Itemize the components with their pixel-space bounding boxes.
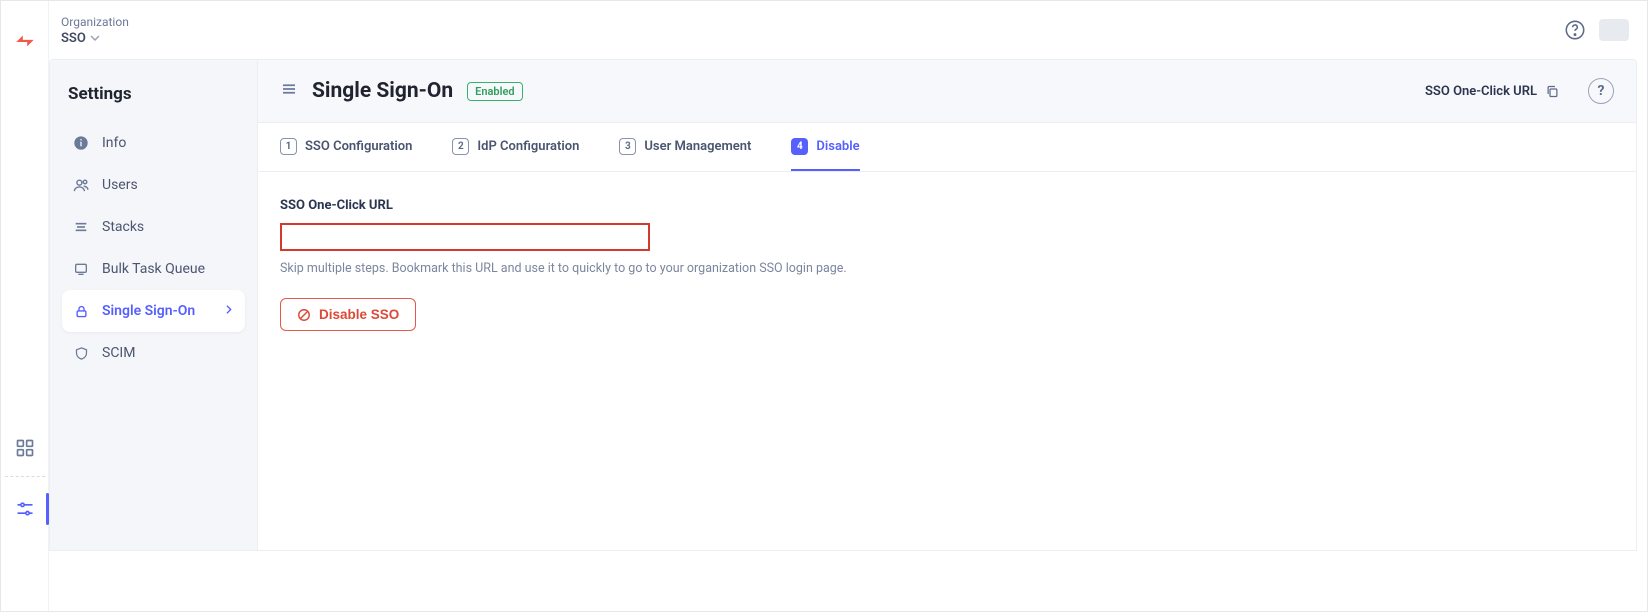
help-icon[interactable]: ?: [1588, 78, 1614, 104]
sidebar-item-single-sign-on[interactable]: Single Sign-On: [62, 290, 245, 332]
sidebar-item-users[interactable]: Users: [62, 164, 245, 206]
tab-label: IdP Configuration: [477, 139, 579, 154]
menu-toggle-icon[interactable]: [280, 80, 298, 102]
sso-one-click-url-input[interactable]: [280, 223, 650, 251]
tab-idp-configuration[interactable]: 2 IdP Configuration: [452, 123, 579, 171]
tab-disable[interactable]: 4 Disable: [791, 123, 859, 171]
settings-sliders-icon[interactable]: [13, 497, 37, 521]
info-icon: [72, 134, 90, 152]
stacks-icon: [72, 218, 90, 236]
step-number: 1: [280, 138, 297, 155]
tab-user-management[interactable]: 3 User Management: [619, 123, 751, 171]
settings-sidebar: Settings Info Users Stacks Bulk Task Que…: [50, 60, 258, 550]
chevron-down-icon: [90, 33, 100, 43]
panel-disable: SSO One-Click URL Skip multiple steps. B…: [258, 172, 1636, 550]
sidebar-item-label: Bulk Task Queue: [102, 261, 205, 277]
sso-one-click-url-link[interactable]: SSO One-Click URL: [1425, 84, 1560, 99]
step-number: 4: [791, 138, 808, 155]
sidebar-item-label: Single Sign-On: [102, 303, 195, 319]
sidebar-item-bulk-task-queue[interactable]: Bulk Task Queue: [62, 248, 245, 290]
breadcrumb[interactable]: Organization SSO: [61, 15, 129, 46]
main-column: Single Sign-On Enabled SSO One-Click URL…: [258, 60, 1636, 550]
top-bar: Organization SSO: [49, 1, 1647, 59]
sidebar-title: Settings: [68, 84, 239, 104]
help-text-sso-url: Skip multiple steps. Bookmark this URL a…: [280, 261, 1614, 276]
sso-one-click-url-label: SSO One-Click URL: [1425, 84, 1537, 99]
copy-icon: [1545, 84, 1560, 99]
page-header: Single Sign-On Enabled SSO One-Click URL…: [258, 60, 1636, 123]
app-rail: [1, 1, 49, 611]
disable-sso-button[interactable]: Disable SSO: [280, 298, 416, 331]
tab-sso-configuration[interactable]: 1 SSO Configuration: [280, 123, 412, 171]
sidebar-item-label: Stacks: [102, 219, 144, 235]
shield-icon: [72, 344, 90, 362]
lock-icon: [72, 302, 90, 320]
sidebar-item-scim[interactable]: SCIM: [62, 332, 245, 374]
tab-label: Disable: [816, 139, 859, 154]
work-area: Settings Info Users Stacks Bulk Task Que…: [49, 59, 1637, 551]
tab-label: User Management: [644, 139, 751, 154]
queue-icon: [72, 260, 90, 278]
chevron-right-icon: [222, 303, 235, 320]
help-icon[interactable]: [1561, 16, 1589, 44]
app-logo-icon: [12, 29, 38, 55]
dashboard-icon[interactable]: [13, 436, 37, 460]
user-avatar[interactable]: [1599, 19, 1629, 41]
prohibit-icon: [297, 308, 311, 322]
breadcrumb-super: Organization: [61, 15, 129, 29]
status-badge: Enabled: [467, 82, 522, 101]
sidebar-item-stacks[interactable]: Stacks: [62, 206, 245, 248]
step-number: 2: [452, 138, 469, 155]
sidebar-item-label: SCIM: [102, 345, 135, 361]
users-icon: [72, 176, 90, 194]
sidebar-item-label: Info: [102, 135, 126, 151]
field-label-sso-url: SSO One-Click URL: [280, 198, 1614, 213]
sidebar-item-info[interactable]: Info: [62, 122, 245, 164]
step-number: 3: [619, 138, 636, 155]
breadcrumb-current: SSO: [61, 31, 86, 46]
sidebar-item-label: Users: [102, 177, 138, 193]
disable-sso-button-label: Disable SSO: [319, 307, 399, 322]
tab-strip: 1 SSO Configuration 2 IdP Configuration …: [258, 123, 1636, 172]
page-title: Single Sign-On: [312, 79, 453, 103]
tab-label: SSO Configuration: [305, 139, 412, 154]
